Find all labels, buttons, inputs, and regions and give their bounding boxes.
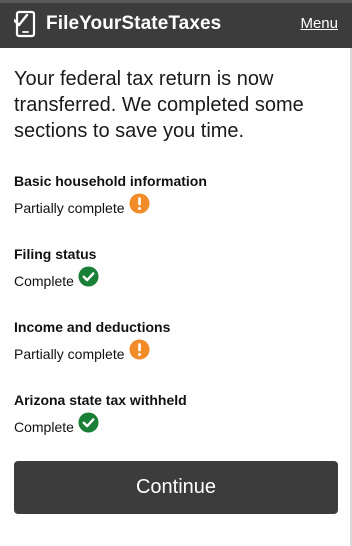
section-filing-status: Filing status Complete <box>14 245 340 290</box>
check-icon <box>78 265 99 287</box>
status-row: Partially complete <box>14 338 340 363</box>
status-text: Partially complete <box>14 200 125 216</box>
section-arizona-withheld: Arizona state tax withheld Complete <box>14 391 340 436</box>
section-income-deductions: Income and deductions Partially complete <box>14 318 340 363</box>
page-headline: Your federal tax return is now transferr… <box>14 68 304 142</box>
phone-check-icon <box>14 10 36 38</box>
section-title: Basic household information <box>14 173 207 189</box>
section-title: Arizona state tax withheld <box>14 392 187 408</box>
section-basic-household: Basic household information Partially co… <box>14 172 340 217</box>
header-top-strip <box>0 0 352 3</box>
status-text: Complete <box>14 419 74 435</box>
continue-button[interactable]: Continue <box>14 461 338 514</box>
menu-link[interactable]: Menu <box>300 14 338 34</box>
alert-icon <box>128 192 150 214</box>
status-row: Complete <box>14 411 340 436</box>
page: FileYourStateTaxes Menu Your federal tax… <box>0 0 352 546</box>
alert-icon <box>128 338 150 360</box>
check-icon <box>78 411 99 433</box>
brand-logo[interactable]: FileYourStateTaxes <box>14 10 221 38</box>
status-text: Partially complete <box>14 346 125 362</box>
brand-name: FileYourStateTaxes <box>46 13 222 34</box>
status-row: Complete <box>14 265 340 290</box>
status-row: Partially complete <box>14 192 340 217</box>
status-text: Complete <box>14 273 74 289</box>
app-header: FileYourStateTaxes Menu <box>0 0 352 48</box>
section-title: Filing status <box>14 246 97 262</box>
section-title: Income and deductions <box>14 319 171 335</box>
